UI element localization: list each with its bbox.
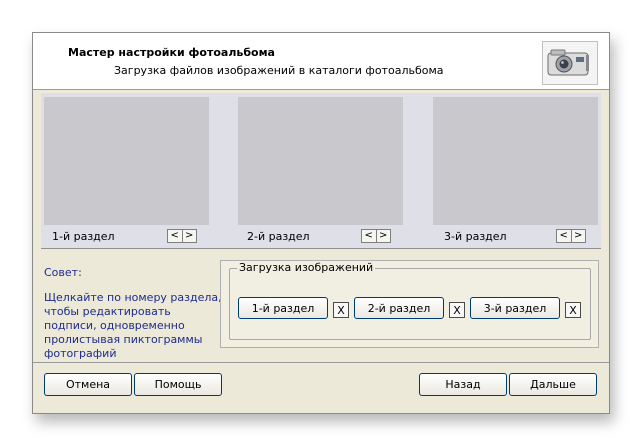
wizard-subtitle: Загрузка файлов изображений в каталоги ф… [114, 64, 444, 77]
sections-preview: 1-й раздел < > 2-й раздел < > 3-й раздел… [41, 93, 601, 249]
upload-group-legend: Загрузка изображений [237, 261, 376, 274]
section-2-prev-button[interactable]: < [362, 230, 376, 242]
wizard-header: Мастер настройки фотоальбома Загрузка фа… [33, 33, 609, 90]
upload-section-2-button[interactable]: 2-й раздел [354, 297, 444, 319]
wizard-dialog: Мастер настройки фотоальбома Загрузка фа… [32, 32, 610, 414]
section-2-label: 2-й раздел [247, 230, 310, 243]
section-1-thumbnail [44, 97, 209, 225]
remove-section-1-button[interactable]: X [333, 302, 349, 318]
section-3-next-button[interactable]: > [570, 230, 586, 242]
section-1-pager: < > [167, 229, 197, 243]
section-3-thumbnail [433, 97, 598, 225]
upload-group: Загрузка изображений 1-й раздел X 2-й ра… [229, 261, 591, 340]
section-2-thumbnail [238, 97, 403, 225]
section-1-next-button[interactable]: > [181, 230, 197, 242]
remove-section-3-button[interactable]: X [565, 302, 581, 318]
hint-text: Щелкайте по номеру раздела, чтобы редакт… [44, 291, 222, 360]
hint-title: Совет: [44, 266, 82, 279]
upload-section-3-button[interactable]: 3-й раздел [470, 297, 560, 319]
upload-section-1-button[interactable]: 1-й раздел [238, 297, 328, 319]
next-button[interactable]: Дальше [509, 373, 597, 396]
section-1-label: 1-й раздел [52, 230, 115, 243]
wizard-title: Мастер настройки фотоальбома [68, 46, 275, 59]
section-3-prev-button[interactable]: < [557, 230, 571, 242]
section-1-prev-button[interactable]: < [168, 230, 182, 242]
section-2-next-button[interactable]: > [375, 230, 391, 242]
remove-section-2-button[interactable]: X [449, 302, 465, 318]
camera-icon [542, 41, 598, 85]
section-3-pager: < > [556, 229, 586, 243]
section-2-pager: < > [361, 229, 391, 243]
back-button[interactable]: Назад [419, 373, 507, 396]
cancel-button[interactable]: Отмена [44, 373, 132, 396]
help-button[interactable]: Помощь [134, 373, 222, 396]
section-3-label: 3-й раздел [444, 230, 507, 243]
footer-divider [33, 362, 609, 363]
